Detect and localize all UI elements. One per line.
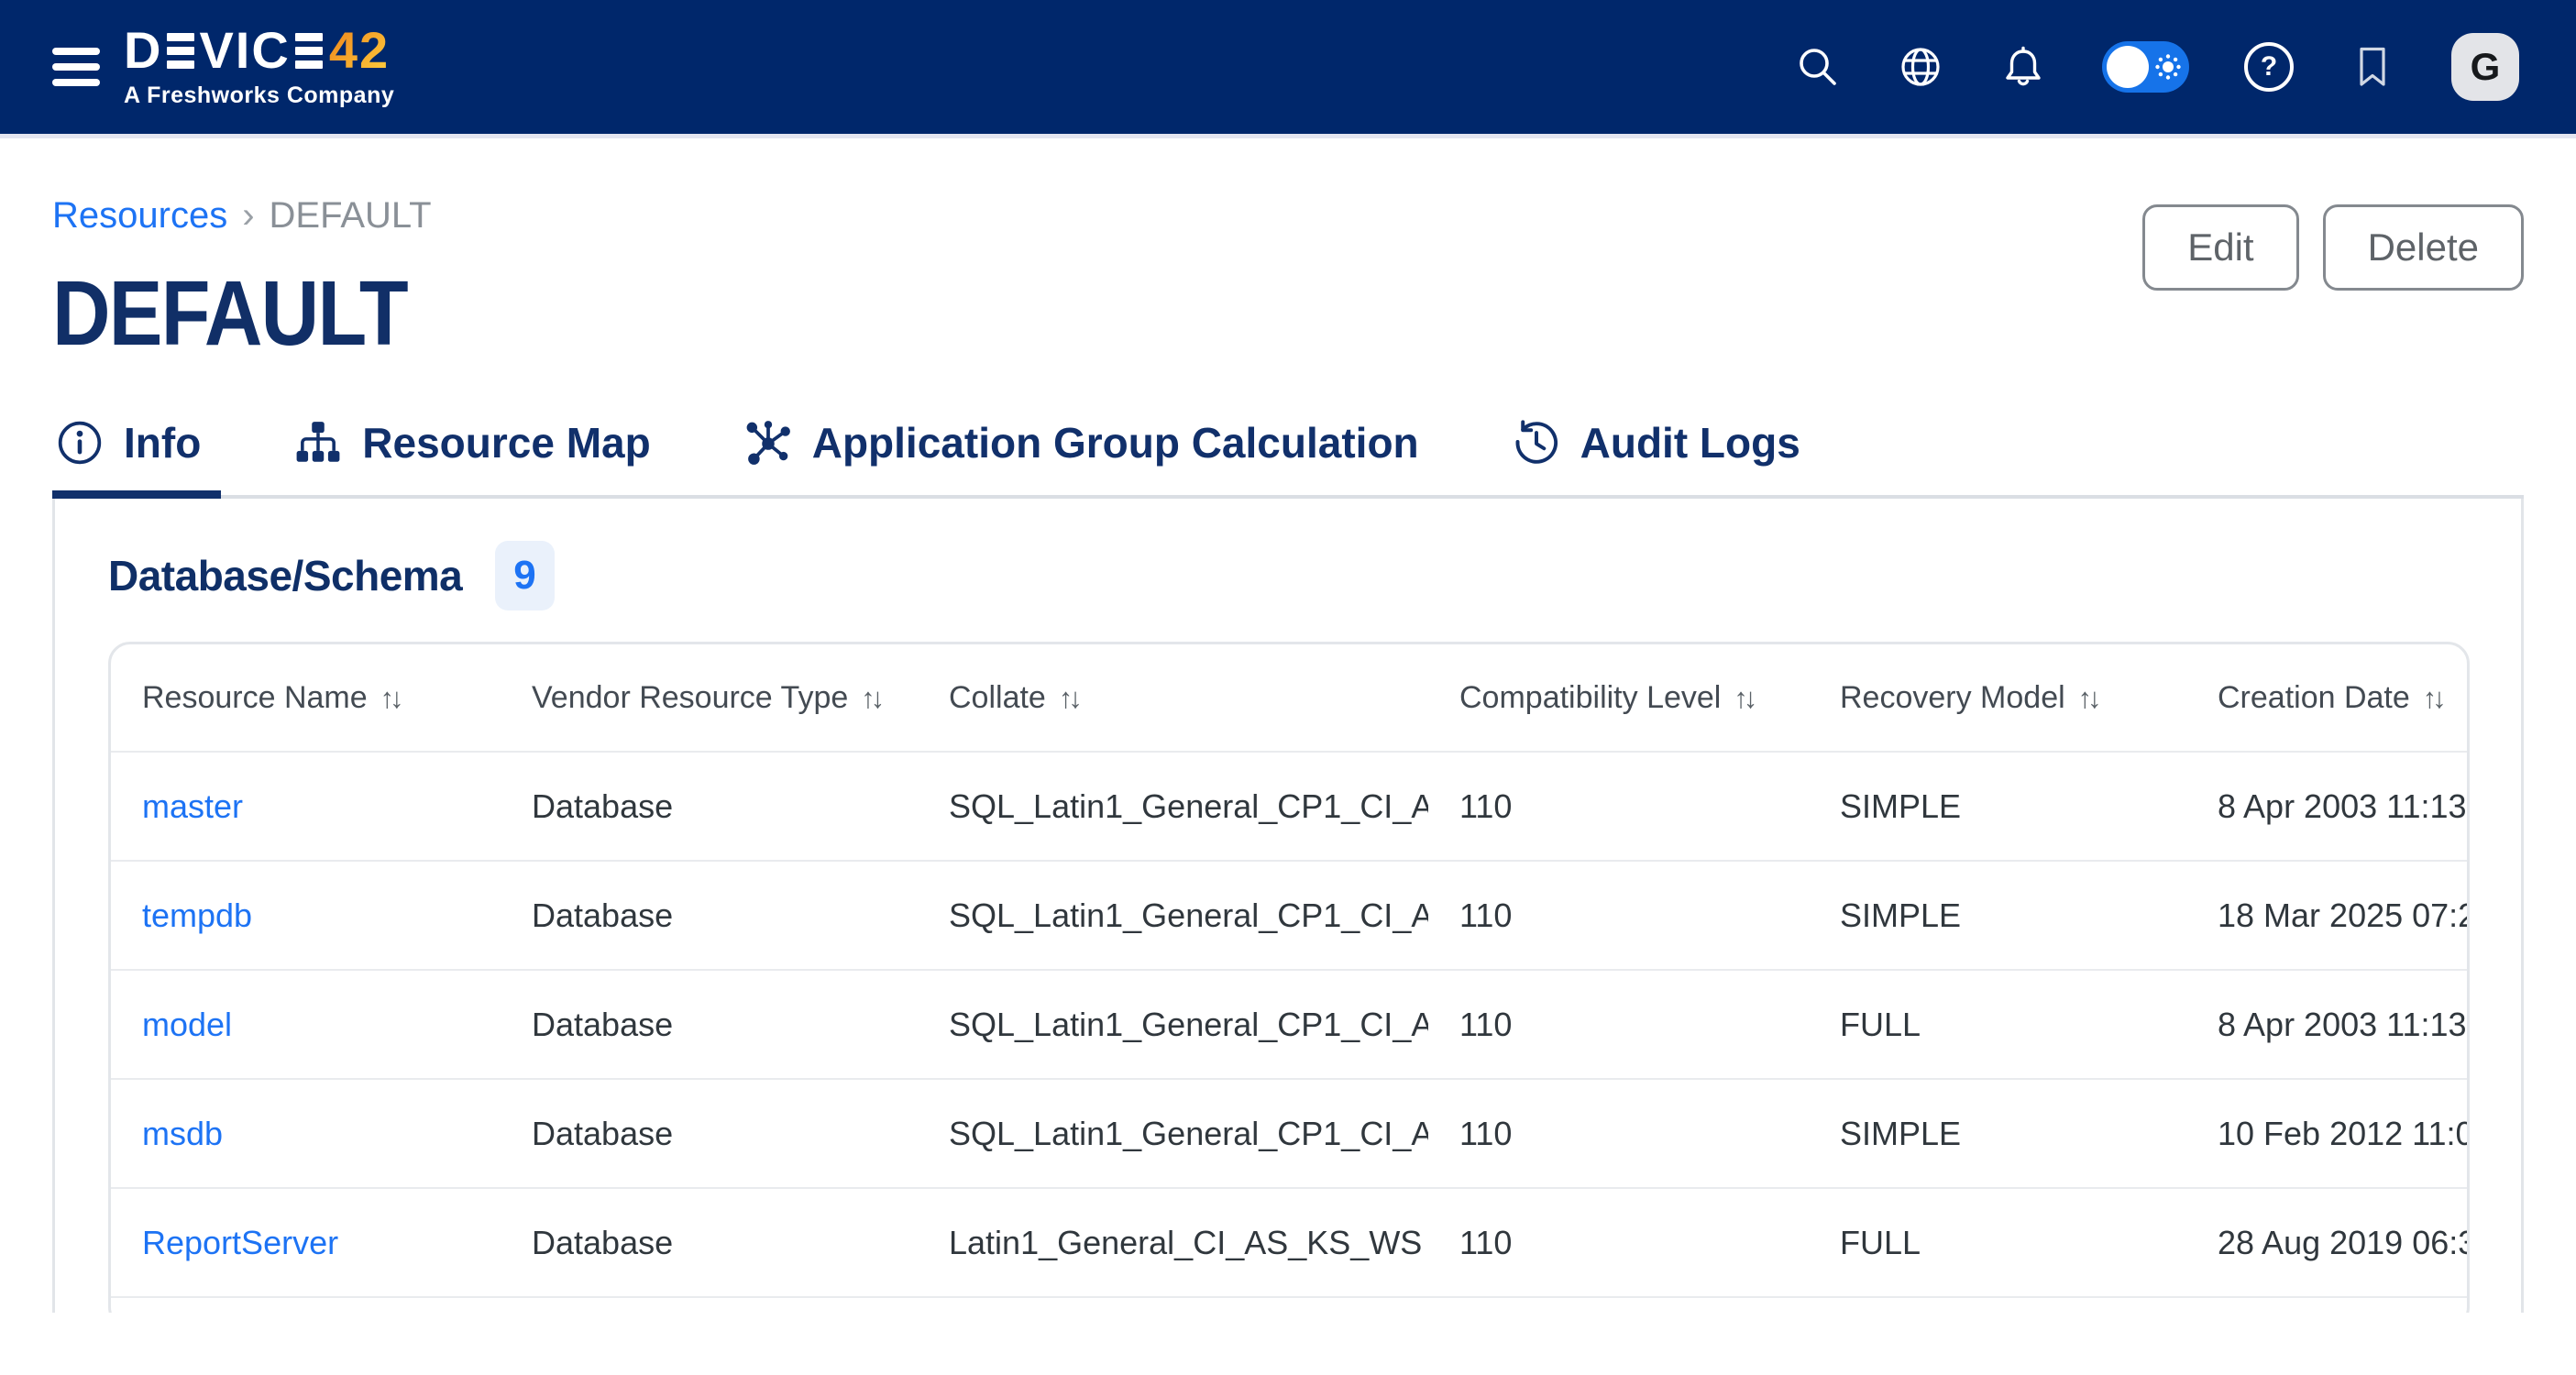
sort-icon[interactable]: ↑↓: [1734, 682, 1753, 714]
vendor-type-cell: Database: [501, 861, 918, 970]
collate-cell: SQL_Latin1_General_CP1_CI_AS: [918, 861, 1428, 970]
logo-letter-e-icon: [295, 33, 323, 69]
column-header-recovery-model[interactable]: Recovery Model↑↓: [1809, 644, 2186, 752]
sort-icon[interactable]: ↑↓: [380, 682, 400, 714]
avatar-initial: G: [2471, 45, 2501, 89]
sitemap-icon: [294, 419, 342, 467]
vendor-type-cell: Database: [501, 1079, 918, 1188]
recovery-model-cell: FULL: [1809, 1188, 2186, 1297]
tab-info-label: Info: [124, 418, 201, 468]
theme-toggle-switch[interactable]: [2102, 41, 2189, 93]
device42-logo: D VIC 42 A Freshworks Company: [124, 25, 394, 109]
sort-icon[interactable]: ↑↓: [2423, 682, 2442, 714]
help-glyph: ?: [2261, 51, 2277, 82]
help-icon[interactable]: ?: [2244, 42, 2294, 92]
tab-resource-map[interactable]: Resource Map: [291, 412, 670, 495]
collate-cell: SQL_Latin1_General_CP1_CI_AS: [918, 1079, 1428, 1188]
bookmark-icon[interactable]: [2349, 43, 2396, 91]
tab-audit-logs[interactable]: Audit Logs: [1509, 412, 1821, 495]
compatibility-level-cell: 110: [1428, 752, 1809, 861]
creation-date-cell: 18 Mar 2025 07:23: [2186, 861, 2470, 970]
creation-date-cell: 8 Apr 2003 11:13 A: [2186, 752, 2470, 861]
tab-bar: Info Resource Map Application Group Calc…: [52, 412, 2524, 499]
resource-name-link[interactable]: tempdb: [111, 861, 501, 970]
table-row: tempdb Database SQL_Latin1_General_CP1_C…: [111, 861, 2470, 970]
database-schema-table: Resource Name↑↓ Vendor Resource Type↑↓ C…: [111, 644, 2470, 1298]
tab-resource-map-label: Resource Map: [362, 418, 650, 468]
page-title: DEFAULT: [52, 268, 407, 359]
user-avatar[interactable]: G: [2451, 33, 2519, 101]
collate-cell: SQL_Latin1_General_CP1_CI_AS: [918, 970, 1428, 1079]
network-graph-icon: [744, 419, 792, 467]
count-badge: 9: [495, 541, 554, 610]
resource-name-link[interactable]: master: [111, 752, 501, 861]
tab-info[interactable]: Info: [52, 412, 221, 495]
search-icon[interactable]: [1794, 43, 1842, 91]
edit-button[interactable]: Edit: [2142, 204, 2298, 291]
table-row: model Database SQL_Latin1_General_CP1_CI…: [111, 970, 2470, 1079]
vendor-type-cell: Database: [501, 752, 918, 861]
column-header-resource-name[interactable]: Resource Name↑↓: [111, 644, 501, 752]
table-row: master Database SQL_Latin1_General_CP1_C…: [111, 752, 2470, 861]
breadcrumb: Resources › DEFAULT: [52, 195, 456, 236]
tab-application-group-calculation-label: Application Group Calculation: [812, 418, 1419, 468]
recovery-model-cell: SIMPLE: [1809, 861, 2186, 970]
breadcrumb-separator: ›: [242, 195, 254, 236]
recovery-model-cell: SIMPLE: [1809, 752, 2186, 861]
column-header-vendor-resource-type[interactable]: Vendor Resource Type↑↓: [501, 644, 918, 752]
globe-icon[interactable]: [1897, 43, 1944, 91]
table-row: ReportServer Database Latin1_General_CI_…: [111, 1188, 2470, 1297]
delete-button[interactable]: Delete: [2323, 204, 2524, 291]
sort-icon[interactable]: ↑↓: [1059, 682, 1078, 714]
resource-name-link[interactable]: model: [111, 970, 501, 1079]
creation-date-cell: 28 Aug 2019 06:33: [2186, 1188, 2470, 1297]
toggle-knob: [2107, 46, 2149, 88]
recovery-model-cell: FULL: [1809, 970, 2186, 1079]
table-row: msdb Database SQL_Latin1_General_CP1_CI_…: [111, 1079, 2470, 1188]
column-header-compatibility-level[interactable]: Compatibility Level↑↓: [1428, 644, 1809, 752]
creation-date-cell: 10 Feb 2012 11:02: [2186, 1079, 2470, 1188]
logo-text-d: D: [124, 25, 162, 76]
sun-icon: [2154, 53, 2182, 81]
compatibility-level-cell: 110: [1428, 861, 1809, 970]
breadcrumb-resources-link[interactable]: Resources: [52, 195, 227, 236]
database-schema-table-card: Resource Name↑↓ Vendor Resource Type↑↓ C…: [108, 642, 2470, 1313]
logo-letter-e-icon: [167, 33, 194, 69]
tab-audit-logs-label: Audit Logs: [1580, 418, 1800, 468]
sort-icon[interactable]: ↑↓: [861, 682, 880, 714]
section-title: Database/Schema: [108, 551, 462, 600]
vendor-type-cell: Database: [501, 970, 918, 1079]
info-icon: [56, 419, 104, 467]
top-navbar: D VIC 42 A Freshworks Company: [0, 0, 2576, 138]
vendor-type-cell: Database: [501, 1188, 918, 1297]
column-header-collate[interactable]: Collate↑↓: [918, 644, 1428, 752]
compatibility-level-cell: 110: [1428, 1188, 1809, 1297]
column-header-creation-date[interactable]: Creation Date↑↓: [2186, 644, 2470, 752]
history-icon: [1513, 419, 1560, 467]
collate-cell: Latin1_General_CI_AS_KS_WS: [918, 1188, 1428, 1297]
logo-text-vic: VIC: [199, 25, 290, 76]
tab-application-group-calculation[interactable]: Application Group Calculation: [741, 412, 1439, 495]
resource-name-link[interactable]: ReportServer: [111, 1188, 501, 1297]
creation-date-cell: 8 Apr 2003 11:13 A: [2186, 970, 2470, 1079]
logo-text-42: 42: [329, 25, 390, 76]
compatibility-level-cell: 110: [1428, 1079, 1809, 1188]
content-panel: Database/Schema 9 Resource Name↑↓ Vendor…: [52, 499, 2524, 1313]
breadcrumb-current: DEFAULT: [270, 195, 432, 236]
logo-tagline: A Freshworks Company: [124, 82, 394, 109]
resource-name-link[interactable]: msdb: [111, 1079, 501, 1188]
table-header-row: Resource Name↑↓ Vendor Resource Type↑↓ C…: [111, 644, 2470, 752]
collate-cell: SQL_Latin1_General_CP1_CI_AS: [918, 752, 1428, 861]
recovery-model-cell: SIMPLE: [1809, 1079, 2186, 1188]
compatibility-level-cell: 110: [1428, 970, 1809, 1079]
sort-icon[interactable]: ↑↓: [2078, 682, 2097, 714]
notifications-bell-icon[interactable]: [1999, 43, 2047, 91]
hamburger-menu-icon[interactable]: [52, 44, 100, 90]
